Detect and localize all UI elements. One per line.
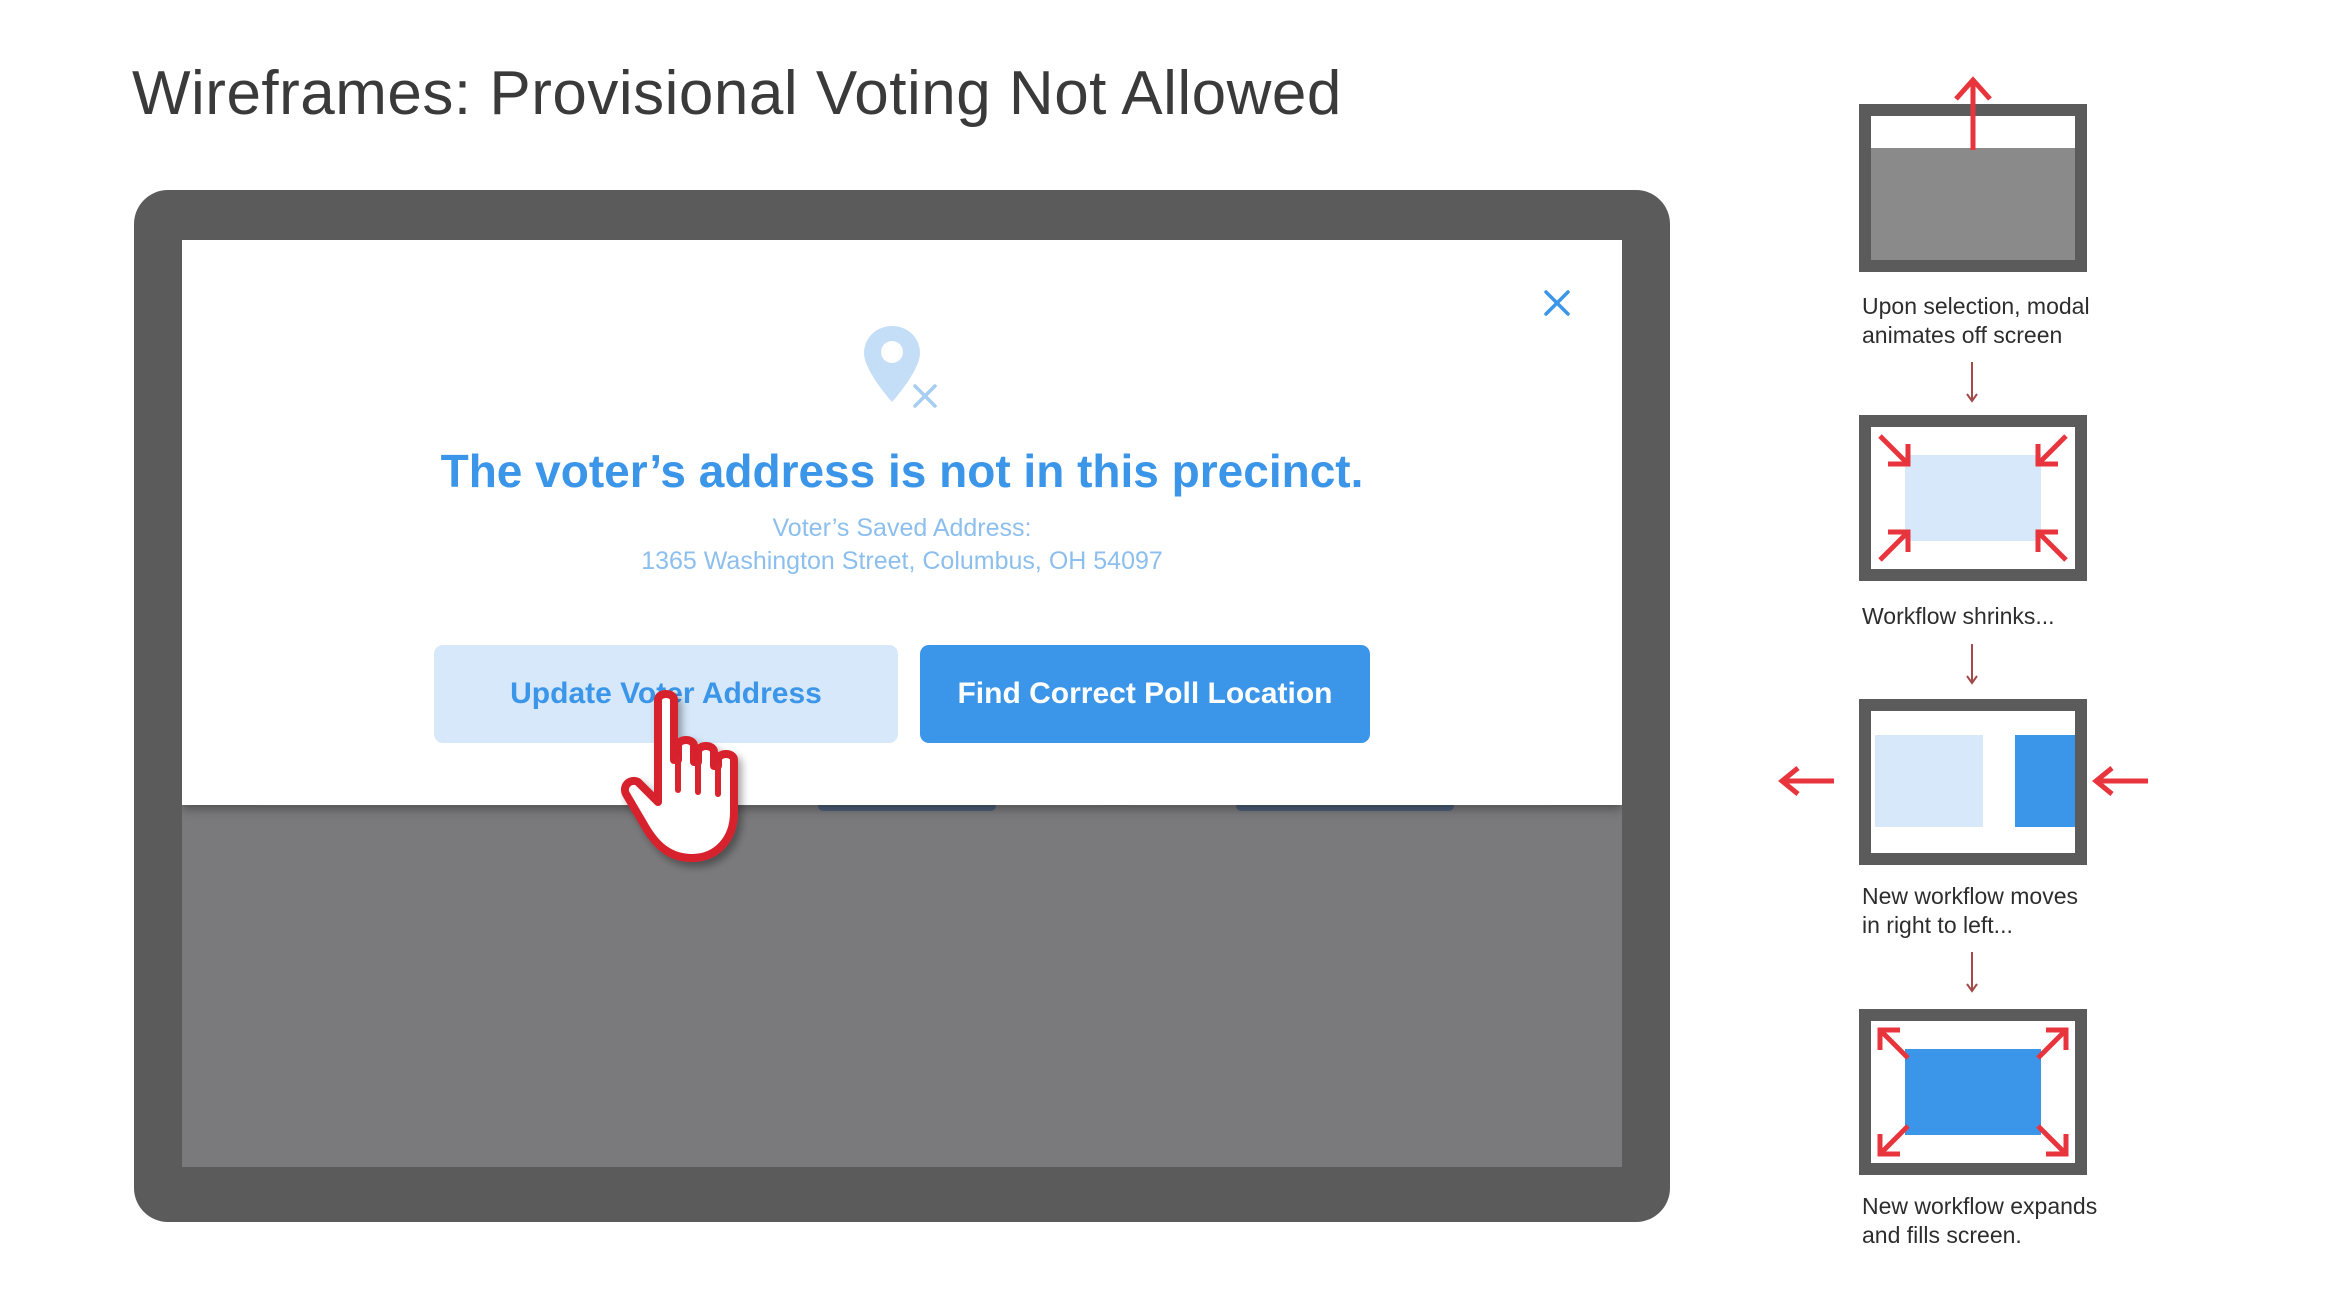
- down-arrow-icon: [1966, 644, 1978, 685]
- close-icon[interactable]: [1540, 286, 1574, 320]
- step-1-caption: Upon selection, modal animates off scree…: [1862, 293, 2090, 348]
- step-2-caption: Workflow shrinks...: [1862, 603, 2055, 629]
- tablet-screen: Expand Search Add Voter to Roster The vo…: [182, 240, 1622, 1167]
- saved-address-value: 1365 Washington Street, Columbus, OH 540…: [641, 547, 1163, 575]
- step-new-workflow-expands-diagram: [1859, 1009, 2087, 1175]
- saved-address-label: Voter’s Saved Address:: [772, 514, 1032, 542]
- step-4-caption: New workflow expands and fills screen.: [1862, 1193, 2098, 1248]
- left-arrow-icon: [2092, 766, 2148, 796]
- down-arrow-icon: [1966, 362, 1978, 403]
- hand-pointer-icon: [621, 690, 738, 862]
- modal-heading: The voter’s address is not in this preci…: [440, 445, 1364, 497]
- left-arrow-icon: [1778, 766, 1834, 796]
- find-poll-location-button[interactable]: Find Correct Poll Location: [920, 645, 1370, 743]
- step-modal-off-screen-diagram: [1859, 76, 2087, 272]
- down-arrow-icon: [1966, 952, 1978, 993]
- address-modal: The voter’s address is not in this preci…: [182, 240, 1622, 805]
- step-workflow-shrinks-diagram: [1859, 415, 2087, 581]
- step-3-caption: New workflow moves in right to left...: [1862, 883, 2078, 938]
- location-pin-x-icon: [864, 326, 937, 408]
- page-title: Wireframes: Provisional Voting Not Allow…: [132, 59, 1342, 128]
- tablet-frame: Expand Search Add Voter to Roster The vo…: [134, 190, 1670, 1222]
- step-new-workflow-moves-diagram: [1859, 699, 2087, 865]
